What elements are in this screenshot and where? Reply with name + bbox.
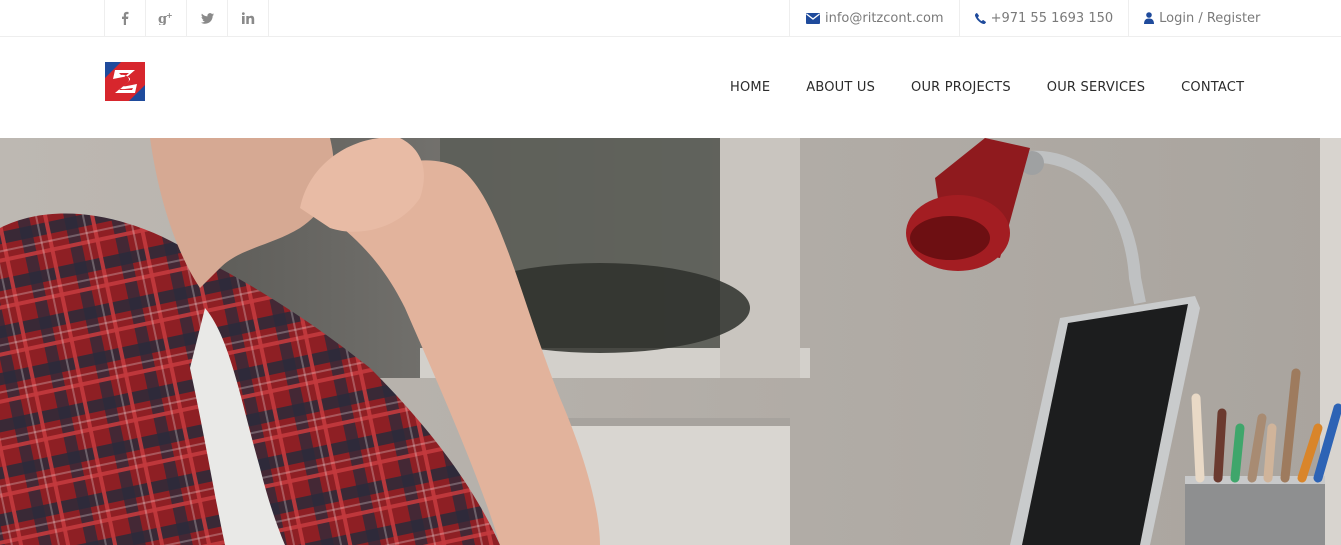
- login-register-text: Login / Register: [1159, 10, 1261, 26]
- twitter-link[interactable]: [186, 0, 227, 36]
- email-link[interactable]: info@ritzcont.com: [789, 0, 959, 36]
- nav-our-services[interactable]: OUR SERVICES: [1029, 80, 1163, 95]
- nav-contact[interactable]: CONTACT: [1163, 80, 1262, 95]
- envelope-icon: [806, 12, 820, 24]
- linkedin-icon: [241, 12, 254, 24]
- nav-home[interactable]: HOME: [712, 80, 788, 95]
- social-links: g +: [104, 0, 269, 36]
- nav-about-us[interactable]: ABOUT US: [788, 80, 893, 95]
- phone-icon: [974, 12, 986, 24]
- facebook-link[interactable]: [104, 0, 145, 36]
- site-header: HOME ABOUT US OUR PROJECTS OUR SERVICES …: [0, 37, 1341, 137]
- site-logo[interactable]: [105, 62, 145, 101]
- main-nav: HOME ABOUT US OUR PROJECTS OUR SERVICES …: [712, 37, 1262, 137]
- hero-photo: [0, 138, 1341, 545]
- google-plus-link[interactable]: g +: [145, 0, 186, 36]
- contact-info: info@ritzcont.com +971 55 1693 150 Login…: [789, 0, 1260, 36]
- nav-our-projects[interactable]: OUR PROJECTS: [893, 80, 1029, 95]
- email-text: info@ritzcont.com: [825, 10, 944, 26]
- hero-banner-image: [0, 138, 1341, 545]
- facebook-icon: [122, 11, 129, 25]
- user-icon: [1144, 12, 1155, 24]
- login-register-link[interactable]: Login / Register: [1128, 0, 1260, 36]
- twitter-icon: [200, 12, 214, 24]
- linkedin-link[interactable]: [227, 0, 269, 36]
- svg-text:+: +: [166, 11, 173, 20]
- top-bar: g + info@ritzcont.com +971 55 1693 150 Lo…: [0, 0, 1341, 37]
- google-plus-icon: g+: [158, 11, 173, 25]
- logo-mark-icon: [105, 62, 145, 101]
- phone-text: +971 55 1693 150: [990, 10, 1114, 26]
- phone-link[interactable]: +971 55 1693 150: [958, 0, 1129, 36]
